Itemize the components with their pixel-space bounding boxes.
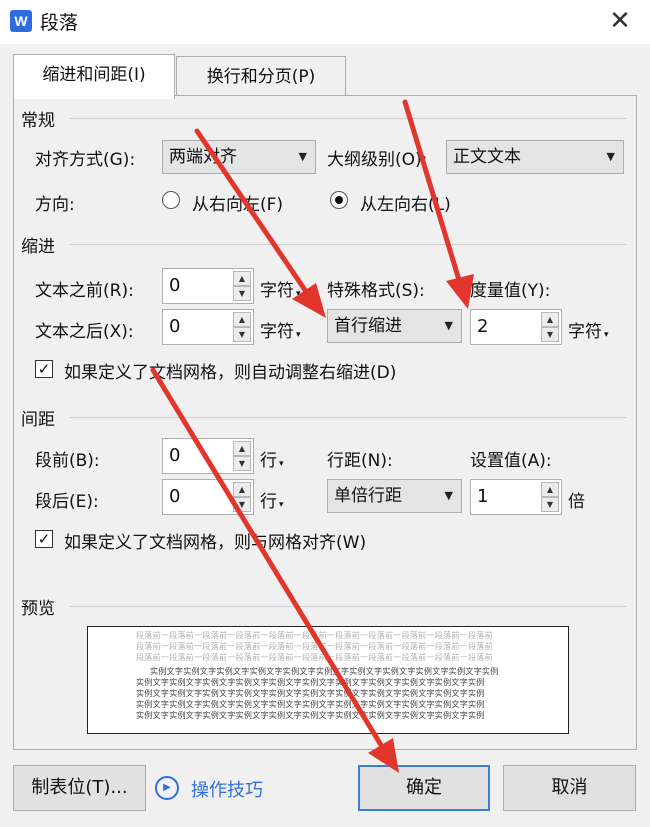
indent-before-value: 0: [169, 275, 181, 296]
play-icon[interactable]: ▶: [155, 776, 179, 800]
tips-link[interactable]: 操作技巧: [191, 776, 263, 802]
spin-down-icon[interactable]: ▼: [233, 456, 251, 471]
tab-indent-spacing[interactable]: 缩进和间距(I): [13, 54, 175, 99]
tab-stops-button[interactable]: 制表位(T)...: [13, 765, 146, 811]
snap-to-grid-label[interactable]: 如果定义了文档网格，则与网格对齐(W): [64, 528, 366, 553]
space-after-value: 0: [169, 486, 181, 507]
preview-sample-line: 实例文字实例文字实例文字实例文字实例文字实例文字实例文字实例文字实例文字实例文字…: [136, 678, 485, 687]
section-divider: [70, 244, 626, 245]
paragraph-preview: 段落前一段落前一段落前一段落前一段落前一段落前一段落前一段落前一段落前一段落前一…: [87, 626, 569, 734]
tab-line-page-breaks[interactable]: 换行和分页(P): [176, 56, 346, 96]
radio-right-to-left[interactable]: [162, 191, 180, 209]
outline-level-label: 大纲级别(O):: [327, 150, 428, 170]
spin-up-icon[interactable]: ▲: [233, 271, 251, 286]
indent-before-label: 文本之前(R):: [35, 281, 134, 301]
chevron-down-icon: ▼: [606, 150, 615, 163]
space-before-unit[interactable]: 行 ▾: [260, 446, 284, 471]
rtl-label[interactable]: 从右向左(F): [192, 190, 283, 215]
indent-after-label: 文本之后(X):: [35, 322, 134, 342]
space-before-label: 段前(B):: [35, 451, 100, 471]
spin-down-icon[interactable]: ▼: [541, 327, 559, 342]
close-icon[interactable]: ✕: [598, 4, 642, 40]
wps-writer-icon: W: [10, 10, 32, 32]
alignment-label: 对齐方式(G):: [35, 150, 136, 170]
section-divider: [70, 606, 626, 607]
auto-adjust-indent-label[interactable]: 如果定义了文档网格，则自动调整右缩进(D): [64, 358, 396, 383]
alignment-value: 两端对齐: [169, 147, 237, 167]
section-divider: [70, 118, 626, 119]
space-after-label: 段后(E):: [35, 492, 99, 512]
section-divider: [70, 417, 626, 418]
outline-level-dropdown[interactable]: 正文文本 ▼: [446, 140, 624, 174]
ltr-label[interactable]: 从左向右(L): [360, 190, 451, 215]
direction-label: 方向:: [35, 195, 75, 215]
spin-up-icon[interactable]: ▲: [541, 312, 559, 327]
section-title-spacing: 间距: [21, 410, 55, 430]
preview-sample-line: 实例文字实例文字实例文字实例文字实例文字实例文字实例文字实例文字实例文字实例文字…: [136, 700, 485, 709]
spin-up-icon[interactable]: ▲: [233, 441, 251, 456]
snap-to-grid-checkbox[interactable]: ✓: [35, 530, 53, 548]
preview-prev-line: 段落前一段落前一段落前一段落前一段落前一段落前一段落前一段落前一段落前一段落前一…: [136, 642, 493, 651]
indent-after-unit[interactable]: 字符 ▾: [260, 317, 301, 342]
space-after-unit[interactable]: 行 ▾: [260, 487, 284, 512]
chevron-down-icon: ▼: [444, 319, 453, 332]
preview-sample-line: 实例文字实例文字实例文字实例文字实例文字实例文字实例文字实例文字实例文字实例文字…: [136, 689, 485, 698]
spin-down-icon[interactable]: ▼: [233, 497, 251, 512]
radio-left-to-right[interactable]: [330, 191, 348, 209]
title-bar: [0, 0, 650, 44]
section-title-general: 常规: [21, 111, 55, 131]
spin-down-icon[interactable]: ▼: [233, 327, 251, 342]
ok-button[interactable]: 确定: [358, 765, 490, 811]
indent-after-stepper[interactable]: 0 ▲ ▼: [162, 309, 254, 345]
indent-after-value: 0: [169, 316, 181, 337]
line-spacing-dropdown[interactable]: 单倍行距 ▼: [327, 479, 462, 513]
spin-down-icon[interactable]: ▼: [541, 497, 559, 512]
preview-sample-line: 实例文字实例文字实例文字实例文字实例文字实例文字实例文字实例文字实例文字实例文字…: [136, 711, 485, 720]
space-after-stepper[interactable]: 0 ▲ ▼: [162, 479, 254, 515]
space-before-value: 0: [169, 445, 181, 466]
setting-value-label: 设置值(A):: [470, 451, 552, 471]
special-format-label: 特殊格式(S):: [327, 281, 425, 301]
auto-adjust-indent-checkbox[interactable]: ✓: [35, 360, 53, 378]
spin-down-icon[interactable]: ▼: [233, 286, 251, 301]
spin-up-icon[interactable]: ▲: [541, 482, 559, 497]
section-title-indent: 缩进: [21, 237, 55, 257]
spin-up-icon[interactable]: ▲: [233, 312, 251, 327]
cancel-button[interactable]: 取消: [503, 765, 636, 811]
chevron-down-icon: ▼: [444, 489, 453, 502]
setting-value: 1: [477, 486, 489, 507]
chevron-down-icon: ▼: [298, 150, 307, 163]
line-spacing-label: 行距(N):: [327, 451, 393, 471]
space-before-stepper[interactable]: 0 ▲ ▼: [162, 438, 254, 474]
section-title-preview: 预览: [21, 599, 55, 619]
outline-level-value: 正文文本: [453, 147, 521, 167]
indent-before-unit[interactable]: 字符 ▾: [260, 276, 301, 301]
preview-prev-line: 段落前一段落前一段落前一段落前一段落前一段落前一段落前一段落前一段落前一段落前一…: [136, 653, 493, 662]
preview-sample-line: 实例文字实例文字实例文字实例文字实例文字实例文字实例文字实例文字实例文字实例文字…: [150, 667, 499, 676]
dialog-title: 段落: [40, 12, 79, 34]
measure-value: 2: [477, 316, 489, 337]
special-format-value: 首行缩进: [334, 316, 402, 336]
setting-value-stepper[interactable]: 1 ▲ ▼: [470, 479, 562, 515]
measure-label: 度量值(Y):: [470, 281, 551, 301]
indent-before-stepper[interactable]: 0 ▲ ▼: [162, 268, 254, 304]
line-spacing-value: 单倍行距: [334, 486, 402, 506]
preview-prev-line: 段落前一段落前一段落前一段落前一段落前一段落前一段落前一段落前一段落前一段落前一…: [136, 631, 493, 640]
measure-stepper[interactable]: 2 ▲ ▼: [470, 309, 562, 345]
setting-value-unit: 倍: [568, 492, 585, 512]
spin-up-icon[interactable]: ▲: [233, 482, 251, 497]
alignment-dropdown[interactable]: 两端对齐 ▼: [162, 140, 316, 174]
special-format-dropdown[interactable]: 首行缩进 ▼: [327, 309, 462, 343]
measure-unit[interactable]: 字符 ▾: [568, 317, 609, 342]
